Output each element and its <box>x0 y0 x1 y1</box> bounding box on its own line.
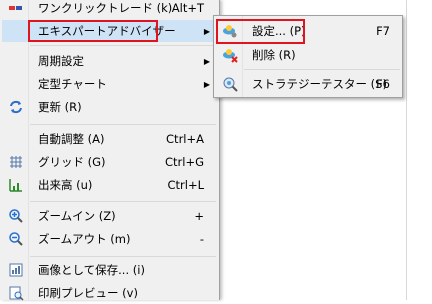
zoom-out-shortcut: - <box>199 232 204 246</box>
grid-shortcut: Ctrl+G <box>164 155 204 169</box>
grid-label: グリッド (G) <box>38 155 106 169</box>
refresh-label: 更新 (R) <box>38 100 82 114</box>
save-image-label: 画像として保存... (i) <box>38 263 145 277</box>
menu-separator <box>30 256 216 257</box>
strategy-tester-shortcut: F6 <box>376 77 390 91</box>
period-item[interactable]: 周期設定 ▶ <box>2 50 216 72</box>
ea-remove-item[interactable]: 削除 (R) <box>216 44 402 66</box>
grid-icon <box>8 154 24 170</box>
submenu-arrow-icon: ▶ <box>203 26 210 36</box>
zoom-in-label: ズームイン (Z) <box>38 209 116 223</box>
zoom-in-shortcut: + <box>194 209 204 223</box>
volumes-label: 出来高 (u) <box>38 178 93 192</box>
strategy-tester-item[interactable]: ストラテジーテスター (S) F6 <box>216 73 402 95</box>
submenu-arrow-icon: ▶ <box>203 79 210 89</box>
submenu-separator <box>244 69 400 70</box>
menu-gutter <box>28 0 29 300</box>
strategy-tester-label: ストラテジーテスター (S) <box>252 77 387 91</box>
auto-scroll-label: 自動調整 (A) <box>38 132 105 146</box>
zoom-in-item[interactable]: ズームイン (Z) + <box>2 205 216 227</box>
save-image-icon <box>8 262 24 278</box>
expert-advisors-submenu: 設定... (P) F7 削除 (R) ストラテジーテスター (S) F6 <box>213 15 403 98</box>
one-click-trading-icon <box>8 0 24 16</box>
template-item[interactable]: 定型チャート ▶ <box>2 73 216 95</box>
zoom-out-icon <box>8 231 24 247</box>
volumes-shortcut: Ctrl+L <box>167 178 204 192</box>
chart-divider <box>406 0 407 300</box>
menu-separator <box>30 124 216 125</box>
template-label: 定型チャート <box>38 77 107 91</box>
one-click-trading-label: ワンクリックトレード (k) <box>38 1 173 15</box>
zoom-out-label: ズームアウト (m) <box>38 232 131 246</box>
auto-scroll-shortcut: Ctrl+A <box>166 132 204 146</box>
expert-remove-icon <box>222 47 238 63</box>
volumes-icon <box>8 177 24 193</box>
menu-separator <box>30 201 216 202</box>
menu-separator <box>30 45 216 46</box>
auto-scroll-item[interactable]: 自動調整 (A) Ctrl+A <box>2 128 216 150</box>
one-click-trading-item[interactable]: ワンクリックトレード (k) Alt+T <box>2 0 216 19</box>
print-preview-item[interactable]: 印刷プレビュー (v) <box>2 282 216 304</box>
strategy-tester-icon <box>222 76 238 92</box>
print-preview-label: 印刷プレビュー (v) <box>38 286 138 300</box>
period-label: 周期設定 <box>38 54 84 68</box>
context-menu: ワンクリックトレード (k) Alt+T エキスパートアドバイザー ▶ 周期設定… <box>0 0 220 301</box>
submenu-arrow-icon: ▶ <box>203 56 210 66</box>
annotation-highlight-settings <box>216 19 305 44</box>
volumes-item[interactable]: 出来高 (u) Ctrl+L <box>2 174 216 196</box>
print-preview-icon <box>8 285 24 301</box>
ea-settings-shortcut: F7 <box>376 24 390 38</box>
zoom-in-icon <box>8 208 24 224</box>
grid-item[interactable]: グリッド (G) Ctrl+G <box>2 151 216 173</box>
refresh-item[interactable]: 更新 (R) <box>2 96 216 118</box>
ea-remove-label: 削除 (R) <box>252 48 296 62</box>
zoom-out-item[interactable]: ズームアウト (m) - <box>2 228 216 250</box>
save-image-item[interactable]: 画像として保存... (i) <box>2 259 216 281</box>
annotation-highlight-expert-advisors <box>28 20 158 42</box>
refresh-icon <box>8 99 24 115</box>
one-click-trading-shortcut: Alt+T <box>171 1 204 15</box>
